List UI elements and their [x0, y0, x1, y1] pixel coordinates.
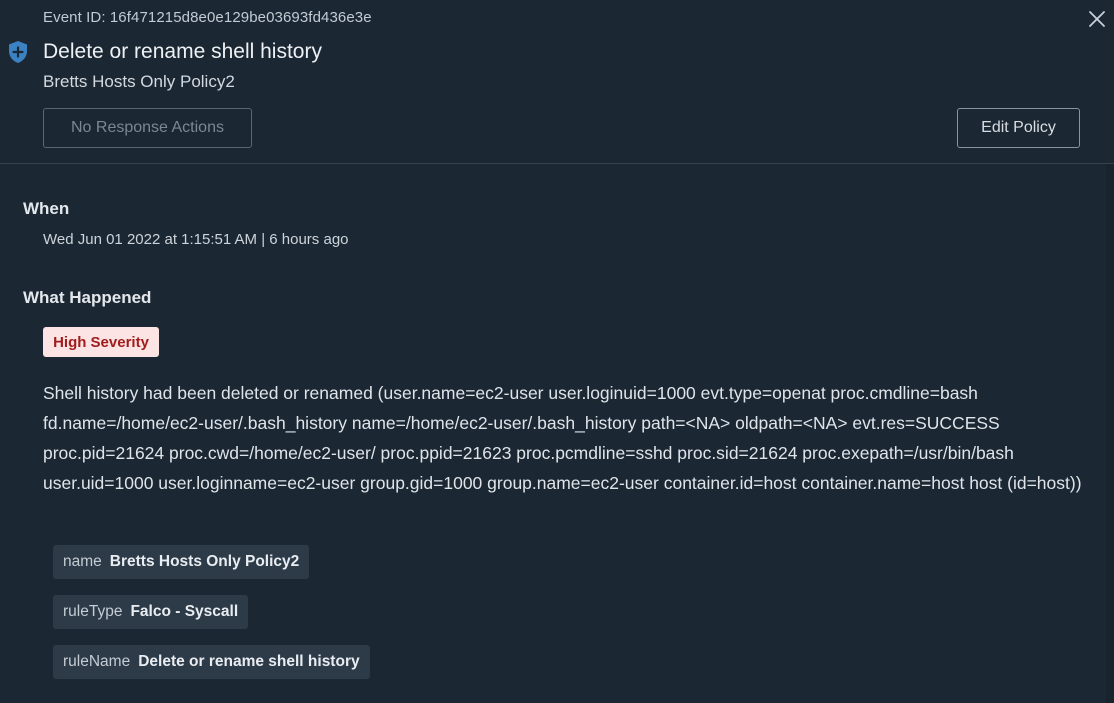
tag-name: name Bretts Hosts Only Policy2	[53, 545, 310, 579]
no-response-actions-button[interactable]: No Response Actions	[43, 108, 252, 148]
tag-value: Delete or rename shell history	[138, 653, 360, 670]
severity-badge: High Severity	[43, 327, 159, 357]
tag-key: name	[63, 553, 102, 570]
tag-key: ruleType	[63, 603, 123, 620]
event-description: Shell history had been deleted or rename…	[43, 383, 1082, 493]
tag-value: Falco - Syscall	[130, 603, 239, 620]
event-id: Event ID: 16f471215d8e0e129be03693fd436e…	[43, 9, 372, 26]
edit-policy-button[interactable]: Edit Policy	[957, 108, 1080, 148]
tag-value: Bretts Hosts Only Policy2	[109, 553, 300, 570]
policy-name: Bretts Hosts Only Policy2	[43, 72, 235, 91]
tag-rule-type: ruleType Falco - Syscall	[53, 595, 249, 629]
tag-rule-name: ruleName Delete or rename shell history	[53, 645, 370, 679]
event-header: Event ID: 16f471215d8e0e129be03693fd436e…	[0, 0, 1114, 164]
scrollbar-track[interactable]	[1106, 164, 1114, 703]
when-heading: When	[23, 199, 70, 218]
what-happened-heading: What Happened	[23, 288, 152, 307]
shield-plus-icon	[7, 40, 29, 64]
close-icon[interactable]	[1086, 8, 1108, 30]
event-title: Delete or rename shell history	[43, 40, 322, 63]
event-timestamp: Wed Jun 01 2022 at 1:15:51 AM | 6 hours …	[43, 231, 349, 248]
tag-key: ruleName	[63, 653, 131, 670]
event-detail-panel: Event ID: 16f471215d8e0e129be03693fd436e…	[0, 0, 1114, 703]
